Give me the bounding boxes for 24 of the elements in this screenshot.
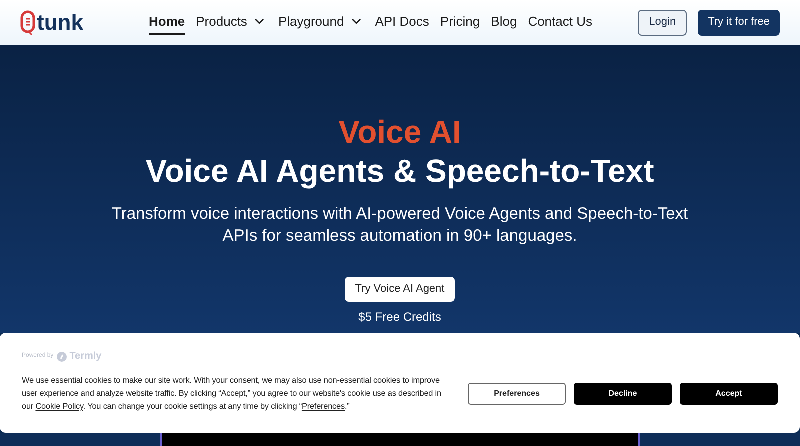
brand-name: Termly bbox=[70, 350, 102, 364]
brand-logo-icon bbox=[56, 352, 67, 362]
cookie-button[interactable]: Decline bbox=[574, 383, 672, 405]
logo-text: tunk bbox=[37, 12, 84, 34]
logo-icon bbox=[20, 10, 36, 36]
nav-link[interactable]: Products bbox=[196, 10, 268, 36]
nav-link[interactable]: Contact Us bbox=[528, 10, 592, 36]
try-agent-button[interactable]: Try Voice AI Agent bbox=[345, 277, 455, 302]
try-free-button[interactable]: Try it for free bbox=[698, 10, 780, 36]
nav-link[interactable]: Playground bbox=[278, 10, 364, 36]
nav-link[interactable]: Blog bbox=[491, 10, 518, 36]
nav-link[interactable]: Home bbox=[149, 10, 186, 36]
hero-subtitle: Transform voice interactions with AI-powered Voice Agents and Speech-to-Text APIs for seamless automation in 90+ languages. bbox=[110, 204, 690, 247]
nav-link[interactable]: Pricing bbox=[440, 10, 480, 36]
cookie-message: We use essential cookies to make our site work. With your consent, we may also use non-essential cookies to improve user experience and analyze website traffic. By clicking “Accept,” you agree to our website's cookie use as described in our Cookie Policy. You can change your cookie settings at any time by clicking “Preferences.” bbox=[22, 375, 442, 413]
login-button[interactable]: Login bbox=[638, 10, 688, 36]
policy-link[interactable]: Preferences bbox=[302, 402, 345, 411]
hero-eyebrow: Voice AI bbox=[338, 113, 462, 151]
free-credits-text: $5 Free Credits bbox=[358, 309, 442, 326]
nav-link[interactable]: API Docs bbox=[375, 10, 430, 36]
policy-link[interactable]: Cookie Policy bbox=[36, 402, 84, 411]
hero-title: Voice AI Agents & Speech-to-Text bbox=[146, 152, 654, 191]
cookie-button[interactable]: Accept bbox=[680, 383, 778, 405]
cookie-button[interactable]: Preferences bbox=[468, 383, 566, 405]
